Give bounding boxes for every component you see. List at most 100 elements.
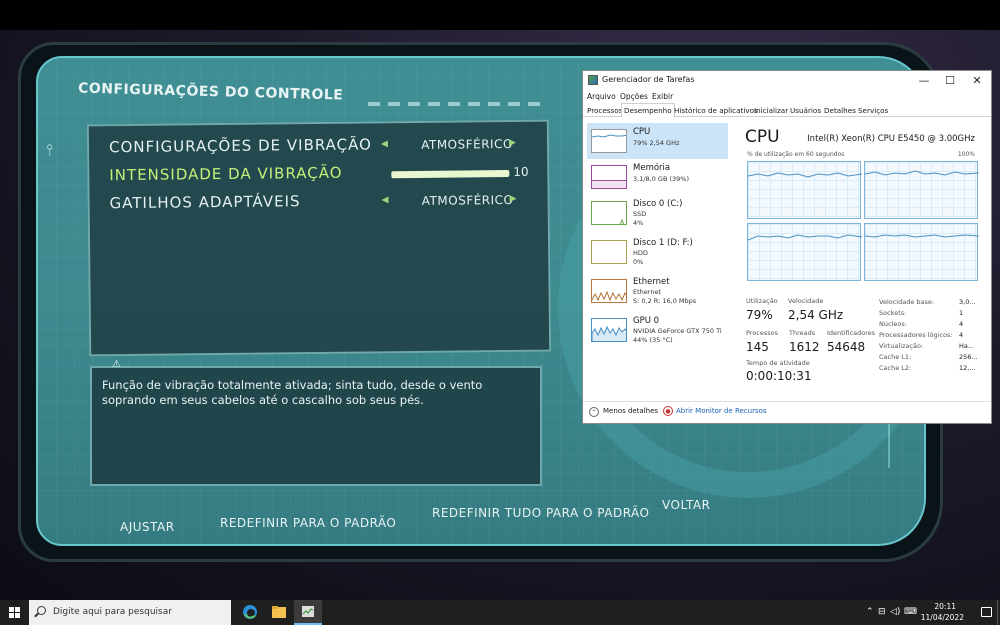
adjust-button[interactable]: AJUSTAR <box>120 520 175 534</box>
resource-detail: NVIDIA GeForce GTX 750 Ti <box>633 327 722 335</box>
spec-value: 12,... <box>959 364 976 372</box>
task-manager-app[interactable] <box>294 600 322 625</box>
intensity-slider[interactable] <box>391 170 510 179</box>
uptime-label: Tempo de atividade <box>746 359 810 367</box>
resource-detail: 0% <box>633 258 644 266</box>
core-graph <box>747 161 863 219</box>
resource-name: Disco 1 (D: F:) <box>633 238 693 248</box>
close-icon[interactable]: ✕ <box>964 72 990 89</box>
footer-bar: ⌃ Menos detalhes ● Abrir Monitor de Recu… <box>583 401 991 423</box>
spec-value: Ha... <box>959 342 975 350</box>
resource-gpu[interactable]: GPU 0 NVIDIA GeForce GTX 750 Ti 44% (35 … <box>587 312 728 348</box>
setting-label: CONFIGURAÇÕES DE VIBRAÇÃO <box>108 135 373 157</box>
disk0-thumbnail <box>591 201 627 225</box>
resource-monitor-icon[interactable]: ● <box>663 406 673 416</box>
tab-inicializar[interactable]: Inicializar <box>752 104 790 117</box>
gpu-thumbnail <box>591 318 627 342</box>
windows-logo-icon <box>9 613 14 618</box>
bottom-action-bar: AJUSTAR REDEFINIR PARA O PADRÃO REDEFINI… <box>68 498 908 542</box>
task-manager-window[interactable]: Gerenciador de Tarefas — ☐ ✕ Arquivo Opç… <box>582 70 992 424</box>
arrow-right-icon[interactable]: ▶ <box>509 138 516 148</box>
maximize-icon[interactable]: ☐ <box>937 72 963 89</box>
setting-adaptive-triggers[interactable]: GATILHOS ADAPTÁVEIS ◀ ATMOSFÉRICO ▶ <box>110 190 550 219</box>
letterbox-bar <box>0 0 1000 30</box>
utilization-label: Utilização <box>746 297 778 305</box>
setting-vibration-config[interactable]: CONFIGURAÇÕES DE VIBRAÇÃO ◀ ATMOSFÉRICO … <box>109 134 549 163</box>
setting-label: INTENSIDADE DA VIBRAÇÃO <box>109 163 343 185</box>
spec-value: 1 <box>959 309 964 317</box>
side-glyph-icon: ⫯ <box>46 140 53 159</box>
speaker-icon[interactable]: ◁) <box>890 607 900 617</box>
edge-icon <box>243 605 257 619</box>
spec-value: 4 <box>959 320 964 328</box>
network-icon[interactable]: ⊟ <box>878 607 886 617</box>
description-panel: ⚠ Função de vibração totalmente ativada;… <box>90 359 542 486</box>
file-explorer-app[interactable] <box>265 600 293 625</box>
keyboard-icon[interactable]: ⌨ <box>904 607 917 617</box>
menu-opcoes[interactable]: Opções <box>620 92 648 101</box>
chevron-up-icon[interactable]: ⌃ <box>589 407 599 417</box>
reset-all-button[interactable]: REDEFINIR TUDO PARA O PADRÃO <box>432 506 650 520</box>
clock-time[interactable]: 20:11 <box>934 602 956 611</box>
menu-exibir[interactable]: Exibir <box>652 92 673 101</box>
back-button[interactable]: VOLTAR <box>662 498 710 512</box>
setting-vibration-intensity[interactable]: INTENSIDADE DA VIBRAÇÃO 10 <box>109 162 549 191</box>
less-details-link[interactable]: Menos detalhes <box>603 407 658 415</box>
graph-caption: % de utilização em 60 segundos <box>747 151 845 158</box>
resource-name: CPU <box>633 127 651 137</box>
edge-app[interactable] <box>236 600 264 625</box>
resource-memory[interactable]: Memória 3,1/8,0 GB (39%) <box>587 159 728 195</box>
clock-date[interactable]: 11/04/2022 <box>921 613 964 622</box>
spec-label: Sockets: <box>879 309 907 317</box>
spec-value: 256... <box>959 353 978 361</box>
resource-cpu[interactable]: CPU 79% 2,54 GHz <box>587 123 728 159</box>
threads-value: 1612 <box>789 340 820 354</box>
resource-disk0[interactable]: Disco 0 (C:) SSD 4% <box>587 195 728 231</box>
resource-detail: HDD <box>633 249 648 257</box>
arrow-left-icon[interactable]: ◀ <box>381 139 388 149</box>
minimize-icon[interactable]: — <box>911 72 937 89</box>
task-manager-icon <box>588 75 598 85</box>
resource-detail: 4% <box>633 219 644 227</box>
start-button[interactable] <box>0 600 28 625</box>
threads-label: Threads <box>789 329 816 337</box>
tab-historico[interactable]: Histórico de aplicativos <box>672 104 760 117</box>
resource-ethernet[interactable]: Ethernet Ethernet S: 0,2 R: 16,0 Mbps <box>587 273 728 309</box>
setting-label: GATILHOS ADAPTÁVEIS <box>109 192 301 213</box>
warning-icon: ⚠ <box>112 359 121 370</box>
resource-detail: Ethernet <box>633 288 661 296</box>
folder-icon <box>272 606 286 618</box>
tab-servicos[interactable]: Serviços <box>856 104 890 117</box>
resource-detail: SSD <box>633 210 647 218</box>
disk1-thumbnail <box>591 240 627 264</box>
graph-max: 100% <box>957 151 975 158</box>
windows-logo-icon <box>15 607 20 612</box>
search-icon <box>37 606 46 615</box>
cpu-model: Intel(R) Xeon(R) CPU E5450 @ 3.00GHz <box>807 134 975 144</box>
cpu-heading: CPU <box>745 127 780 147</box>
tab-detalhes[interactable]: Detalhes <box>822 104 858 117</box>
resource-name: GPU 0 <box>633 316 660 326</box>
notification-icon[interactable] <box>981 607 992 617</box>
resource-disk1[interactable]: Disco 1 (D: F:) HDD 0% <box>587 234 728 270</box>
tab-processos[interactable]: Processos <box>585 104 624 117</box>
title-bar[interactable]: Gerenciador de Tarefas — ☐ ✕ <box>583 71 991 90</box>
core-graph <box>747 223 863 281</box>
arrow-left-icon[interactable]: ◀ <box>382 195 389 205</box>
tab-usuarios[interactable]: Usuários <box>788 104 823 117</box>
spec-label: Cache L2: <box>879 364 912 372</box>
menu-bar: Arquivo Opções Exibir <box>583 90 991 103</box>
core-graph <box>864 223 980 281</box>
reset-default-button[interactable]: REDEFINIR PARA O PADRÃO <box>220 516 396 530</box>
core-graph <box>864 161 980 219</box>
slider-value: 10 <box>513 164 529 179</box>
menu-arquivo[interactable]: Arquivo <box>587 92 616 101</box>
search-input[interactable]: Digite aqui para pesquisar <box>29 600 231 625</box>
tab-desempenho[interactable]: Desempenho <box>621 103 675 118</box>
arrow-right-icon[interactable]: ▶ <box>510 194 517 204</box>
resource-list: CPU 79% 2,54 GHz Memória 3,1/8,0 GB (39%… <box>583 119 731 399</box>
spec-label: Velocidade base: <box>879 298 935 306</box>
description-text: Função de vibração totalmente ativada; s… <box>102 378 483 407</box>
chevron-up-icon[interactable]: ⌃ <box>866 607 874 617</box>
resource-monitor-link[interactable]: Abrir Monitor de Recursos <box>676 407 767 415</box>
